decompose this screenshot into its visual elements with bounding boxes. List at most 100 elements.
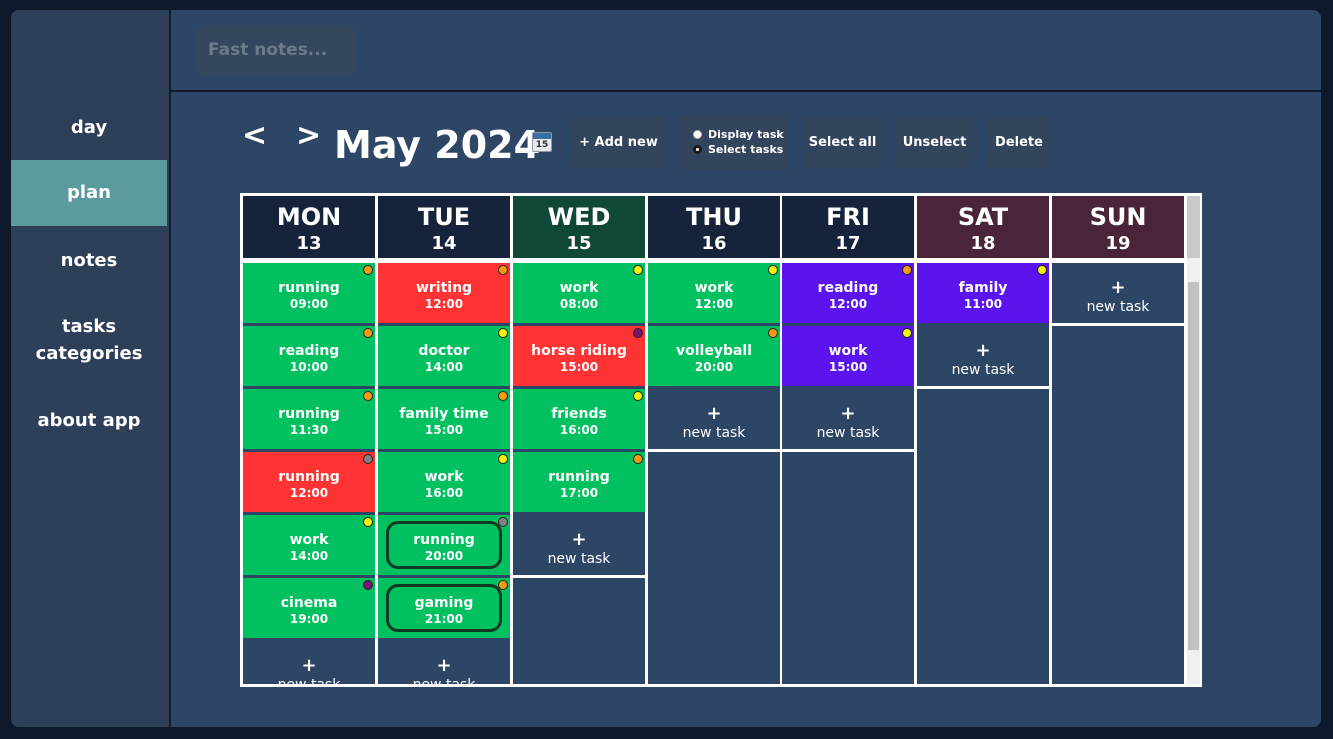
task-time: 09:00 (289, 297, 329, 311)
sidebar: day plan notes tasks categories about ap… (11, 10, 171, 727)
day-number: 19 (1105, 233, 1131, 254)
task-card[interactable]: running 11:30 (243, 389, 375, 449)
task-card[interactable]: work 14:00 (243, 515, 375, 575)
task-name: running (278, 406, 340, 422)
day-name: TUE (417, 203, 471, 231)
select-all-button[interactable]: Select all (803, 117, 882, 168)
nav-item-notes[interactable]: notes (11, 247, 167, 274)
new-task-button[interactable]: +new task (648, 389, 780, 449)
category-dot-icon (633, 454, 643, 464)
nav-item-day[interactable]: day (11, 114, 167, 141)
task-card[interactable]: reading 12:00 (782, 263, 914, 323)
category-dot-icon (633, 328, 643, 338)
task-name: running (413, 532, 475, 548)
task-card[interactable]: volleyball 20:00 (648, 326, 780, 386)
category-dot-icon (902, 328, 912, 338)
day-name: MON (276, 203, 342, 231)
category-dot-icon (498, 265, 508, 275)
new-task-button[interactable]: +new task (782, 389, 914, 449)
task-card[interactable]: work 15:00 (782, 326, 914, 386)
task-time: 14:00 (424, 360, 464, 374)
task-card[interactable]: work 16:00 (378, 452, 510, 512)
task-time: 16:00 (559, 423, 599, 437)
radio-unchecked-icon (693, 130, 702, 139)
category-dot-icon (498, 391, 508, 401)
new-task-button[interactable]: +new task (513, 515, 645, 575)
task-card[interactable]: gaming 21:00 (378, 578, 510, 638)
topbar (171, 10, 1321, 92)
task-name: running (278, 469, 340, 485)
task-card[interactable]: writing 12:00 (378, 263, 510, 323)
new-task-button[interactable]: +new task (378, 641, 510, 684)
day-column: SUN 19 + new task (1052, 196, 1184, 684)
day-task-list: work 12:00 volleyball 20:00 + new task (648, 263, 780, 684)
prev-month-button[interactable]: < (242, 118, 267, 154)
day-column: MON 13 running 09:00 reading 10:00 running 11:3… (243, 196, 375, 684)
task-time: 11:00 (963, 297, 1003, 311)
task-name: horse riding (531, 343, 627, 359)
day-column: SAT 18 family 11:00 + new task (917, 196, 1049, 684)
category-dot-icon (498, 328, 508, 338)
nav-item-plan[interactable]: plan (11, 160, 167, 226)
fast-notes-input[interactable] (196, 25, 356, 75)
day-name: THU (686, 203, 742, 231)
week-calendar: MON 13 running 09:00 reading 10:00 running 11:3… (240, 193, 1202, 687)
add-new-button[interactable]: + Add new (572, 117, 665, 168)
task-card[interactable]: work 08:00 (513, 263, 645, 323)
unselect-button[interactable]: Unselect (896, 117, 973, 168)
day-name: WED (547, 203, 611, 231)
task-time: 15:00 (559, 360, 599, 374)
scrollbar-header-area (1187, 196, 1200, 258)
nav-item-about-app[interactable]: about app (11, 407, 167, 434)
delete-button[interactable]: Delete (988, 117, 1050, 168)
day-name: SAT (957, 203, 1009, 231)
select-tasks-radio[interactable]: Select tasks (693, 143, 783, 156)
new-task-button[interactable]: +new task (917, 326, 1049, 386)
nav-item-tasks-categories[interactable]: tasks categories (11, 313, 167, 367)
task-name: running (278, 280, 340, 296)
next-month-button[interactable]: > (296, 118, 321, 154)
category-dot-icon (363, 517, 373, 527)
task-card[interactable]: cinema 19:00 (243, 578, 375, 638)
task-name: gaming (414, 595, 474, 611)
day-column: THU 16 work 12:00 volleyball 20:00 + new task (648, 196, 780, 684)
task-card[interactable]: friends 16:00 (513, 389, 645, 449)
row-divider (782, 449, 914, 452)
calendar-icon[interactable]: 15 (532, 132, 552, 152)
scrollbar-thumb[interactable] (1188, 282, 1199, 650)
task-card[interactable]: horse riding 15:00 (513, 326, 645, 386)
new-task-button[interactable]: +new task (1052, 263, 1184, 323)
plus-icon: + (1110, 277, 1126, 298)
category-dot-icon (633, 265, 643, 275)
task-card[interactable]: work 12:00 (648, 263, 780, 323)
display-task-label: Display task (708, 128, 784, 141)
day-column: FRI 17 reading 12:00 work 15:00 + new task (782, 196, 914, 684)
task-time: 16:00 (424, 486, 464, 500)
task-time: 11:30 (289, 423, 329, 437)
task-name: work (559, 280, 599, 296)
day-task-list: family 11:00 + new task (917, 263, 1049, 684)
task-card[interactable]: running 17:00 (513, 452, 645, 512)
day-task-list: writing 12:00 doctor 14:00 family time 15:00 w… (378, 263, 510, 684)
task-time: 10:00 (289, 360, 329, 374)
select-tasks-label: Select tasks (708, 143, 784, 156)
row-divider (1052, 323, 1184, 326)
row-divider (648, 449, 780, 452)
task-card[interactable]: reading 10:00 (243, 326, 375, 386)
task-card[interactable]: doctor 14:00 (378, 326, 510, 386)
day-number: 13 (296, 233, 322, 254)
task-card[interactable]: running 20:00 (378, 515, 510, 575)
task-card[interactable]: family time 15:00 (378, 389, 510, 449)
task-name: running (548, 469, 610, 485)
new-task-button[interactable]: +new task (243, 641, 375, 684)
task-time: 12:00 (694, 297, 734, 311)
task-name: reading (278, 343, 340, 359)
task-card[interactable]: running 12:00 (243, 452, 375, 512)
task-card[interactable]: running 09:00 (243, 263, 375, 323)
display-task-radio[interactable]: Display task (693, 128, 784, 141)
day-header: MON 13 (243, 196, 375, 258)
task-time: 14:00 (289, 549, 329, 563)
task-card[interactable]: family 11:00 (917, 263, 1049, 323)
task-name: doctor (418, 343, 470, 359)
plus-icon: + (975, 340, 991, 361)
